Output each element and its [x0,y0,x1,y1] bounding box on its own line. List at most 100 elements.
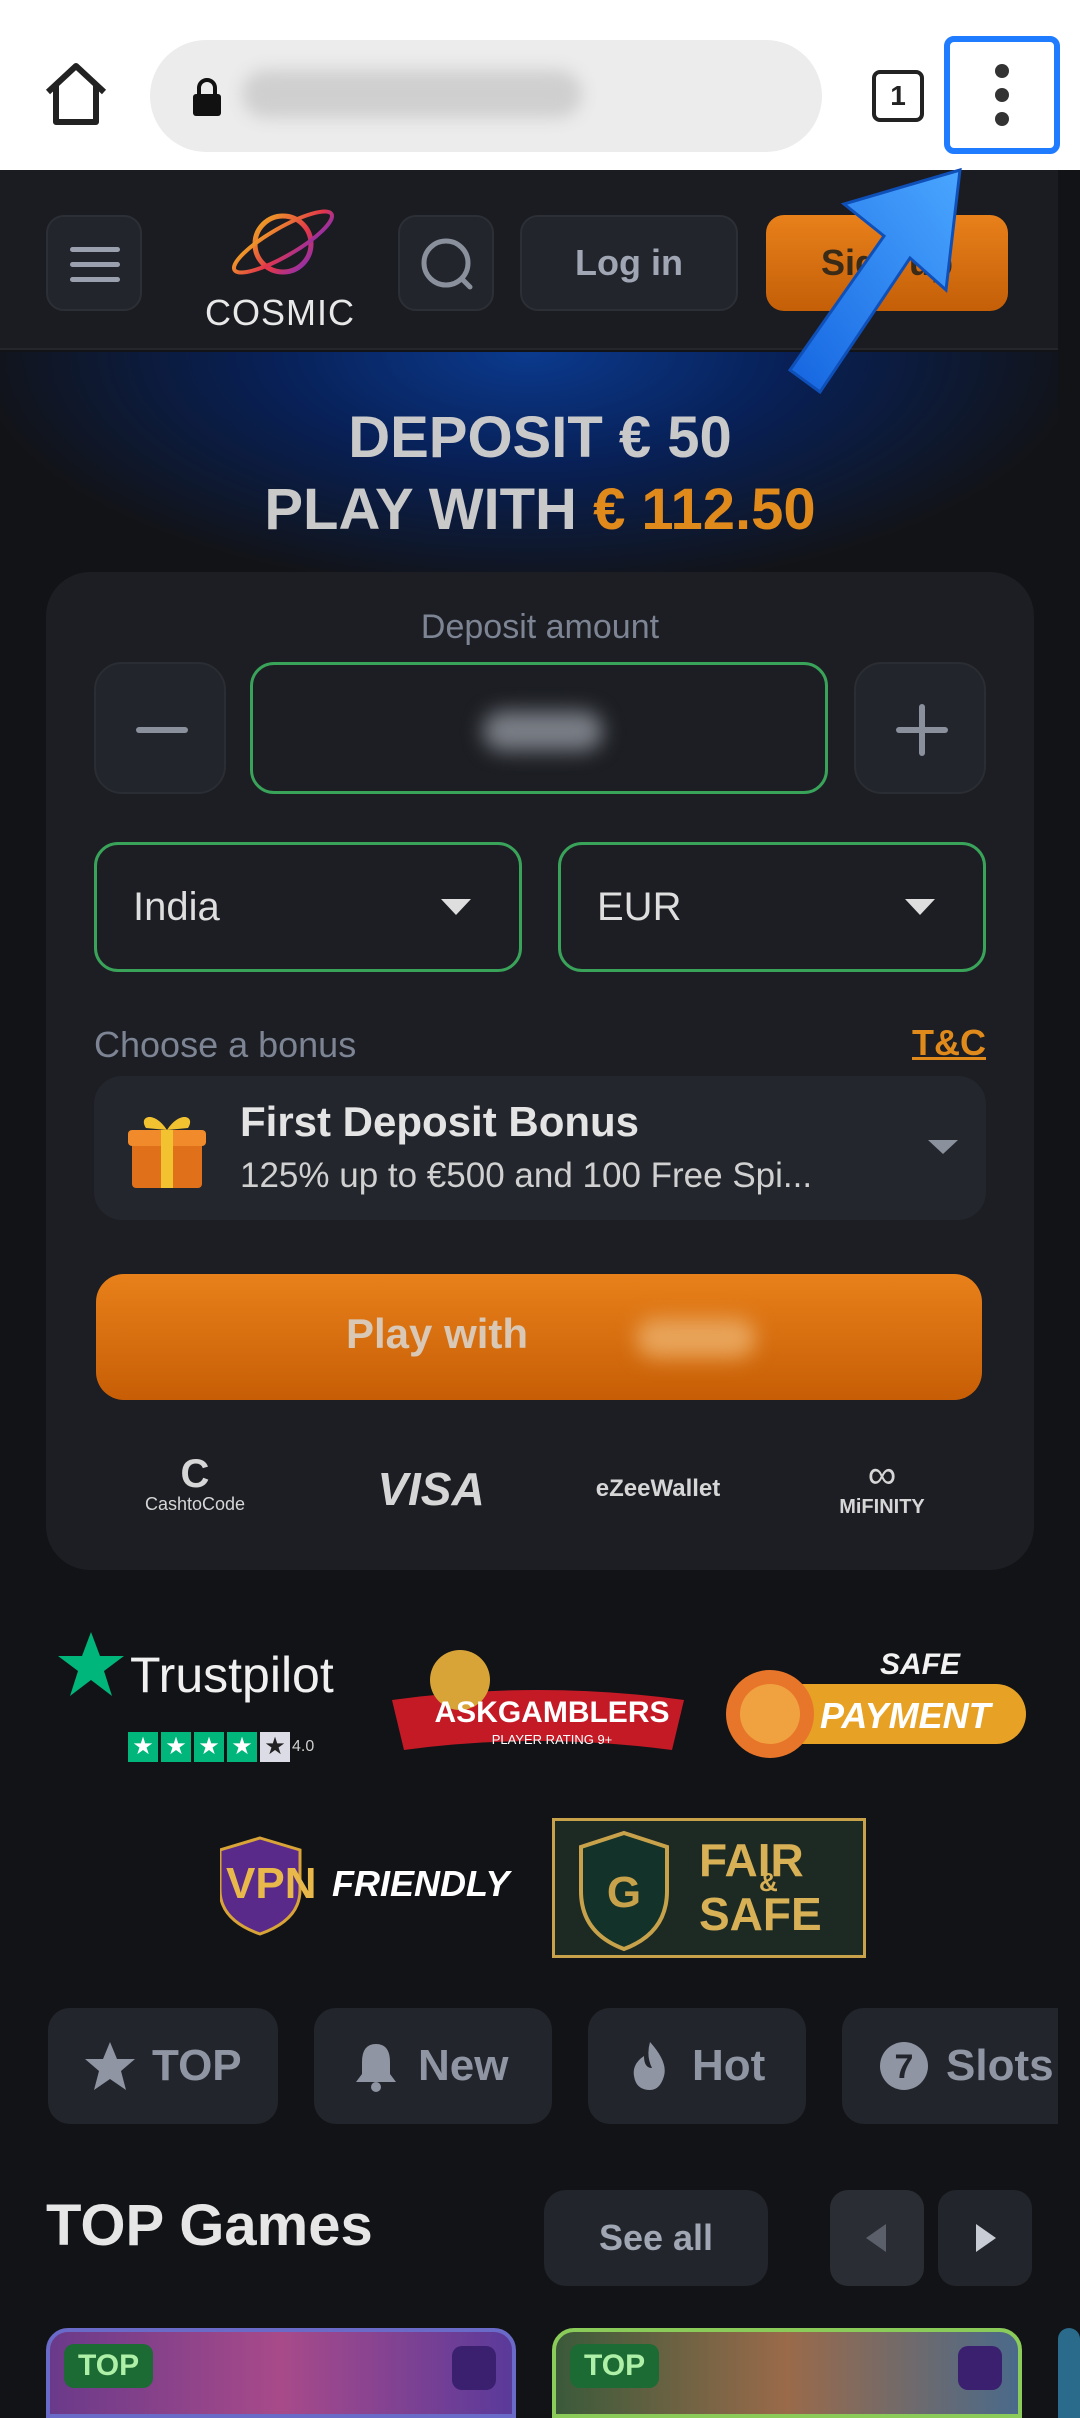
vpn-friendly-badge: VPN FRIENDLY [220,1836,512,1936]
minus-icon [136,727,188,733]
decrease-amount-button[interactable] [94,662,226,794]
bonus-title: First Deposit Bonus [240,1098,640,1145]
askgamblers-title: ASKGAMBLERS [434,1696,669,1729]
star-icon: ★ [128,1732,158,1762]
category-slots-chip[interactable]: 7 Slots [842,2008,1058,2124]
star-icon: ★ [194,1732,224,1762]
currency-value: EUR [597,885,682,929]
home-icon[interactable] [40,58,112,130]
increase-amount-button[interactable] [854,662,986,794]
game-card[interactable] [1058,2328,1080,2418]
address-bar[interactable] [150,40,822,152]
star-icon: ★ [161,1732,191,1762]
trustpilot-name: Trustpilot [130,1647,334,1703]
trustpilot-stars: ★ ★ ★ ★ ★ [128,1732,290,1762]
cashtocode-logo: C CashtoCode [140,1454,250,1524]
next-games-button[interactable] [938,2190,1032,2286]
friendly-text: FRIENDLY [332,1863,512,1904]
chevron-right-icon [976,2224,996,2252]
currency-select[interactable]: EUR [558,842,986,972]
bonus-select[interactable]: First Deposit Bonus 125% up to €500 and … [94,1076,986,1220]
country-value: India [133,885,220,929]
category-label: Slots [946,2041,1054,2090]
hamburger-menu-button[interactable] [46,215,142,311]
tab-switcher-button[interactable]: 1 [872,70,924,122]
visa-logo: VISA [377,1463,485,1515]
fair-safe-badge: G FAIR & SAFE [552,1818,866,1958]
safe-payment-badge: SAFE PAYMENT [726,1648,1026,1758]
askgamblers-badge: ASKGAMBLERS PLAYER RATING 9+ [392,1650,684,1750]
see-all-button[interactable]: See all [544,2190,768,2286]
hamburger-line-icon [70,277,120,282]
category-hot-chip[interactable]: Hot [588,2008,806,2124]
top-badge: TOP [570,2344,660,2388]
category-label: New [418,2041,509,2090]
trophy-icon [958,2346,1002,2390]
lock-icon [193,78,221,116]
menu-dot-icon [995,112,1009,126]
planet-logo-icon [232,209,334,275]
safe-payment-top: SAFE [880,1648,961,1681]
play-with-button[interactable]: Play with [96,1274,982,1400]
bell-icon [356,2044,396,2092]
hero-deposit-line: DEPOSIT € 50 [348,405,732,470]
amount-value-blurred [483,711,603,751]
hero-play-amount: € 112.50 [593,477,816,542]
trophy-icon [452,2346,496,2390]
hero-play-line: PLAY WITH € 112.50 [0,476,1080,543]
safe-payment-bottom: PAYMENT [820,1695,994,1736]
game-card[interactable]: TOP [46,2328,516,2418]
bonus-subtitle: 125% up to €500 and 100 Free Spi... [240,1156,813,1195]
top-games-title: TOP Games [46,2193,373,2258]
fair-text: FAIR [699,1834,804,1886]
star-icon: ★ [227,1732,257,1762]
hero-play-prefix: PLAY WITH [264,477,594,542]
choose-bonus-label: Choose a bonus [94,1024,357,1065]
deposit-card: Deposit amount India EUR Choose a bonus … [46,572,1034,1570]
flame-icon [633,2042,665,2090]
trustpilot-star-icon [58,1632,124,1696]
chevron-down-icon [905,899,935,915]
trustpilot-rating: 4.0 [292,1738,315,1755]
play-amount-blurred [636,1318,756,1358]
login-button[interactable]: Log in [520,215,738,311]
chevron-down-icon [928,1140,958,1154]
ezeewallet-logo: eZeeWallet [595,1475,721,1502]
browser-toolbar: 1 [0,0,1080,170]
browser-menu-button[interactable] [944,36,1060,154]
svg-text:G: G [607,1868,641,1917]
seven-icon: 7 [880,2042,928,2090]
search-button[interactable] [398,215,494,311]
chevron-down-icon [441,899,471,915]
cashtocode-text: CashtoCode [144,1494,246,1514]
mifinity-logo: ∞ MiFINITY [822,1454,942,1524]
game-card[interactable]: TOP [552,2328,1022,2418]
deposit-amount-label: Deposit amount [420,608,660,646]
url-text-blurred [242,70,582,118]
previous-games-button[interactable] [830,2190,924,2286]
askgamblers-subtitle: PLAYER RATING 9+ [492,1732,613,1747]
country-select[interactable]: India [94,842,522,972]
category-top-chip[interactable]: TOP [48,2008,278,2124]
plus-icon [919,704,925,756]
cosmic-logo[interactable]: COSMIC [195,192,365,333]
star-icon: ★ [260,1732,290,1762]
svg-text:7: 7 [895,2048,914,2086]
star-icon [85,2042,135,2090]
safe-text: SAFE [699,1888,822,1940]
hamburger-line-icon [70,262,120,267]
gift-icon [128,1116,206,1188]
annotation-arrow-icon [787,167,962,395]
lion-shield-icon: G [579,1830,669,1952]
category-new-chip[interactable]: New [314,2008,552,2124]
terms-link[interactable]: T&C [912,1022,986,1064]
chevron-left-icon [866,2224,886,2252]
hamburger-line-icon [70,247,120,252]
mifinity-text: MiFINITY [839,1496,925,1518]
category-label: Hot [692,2041,766,2090]
logo-text: COSMIC [205,292,355,333]
play-with-label: Play with [346,1310,529,1357]
menu-dot-icon [995,88,1009,102]
deposit-amount-input[interactable] [250,662,828,794]
top-badge: TOP [64,2344,154,2388]
